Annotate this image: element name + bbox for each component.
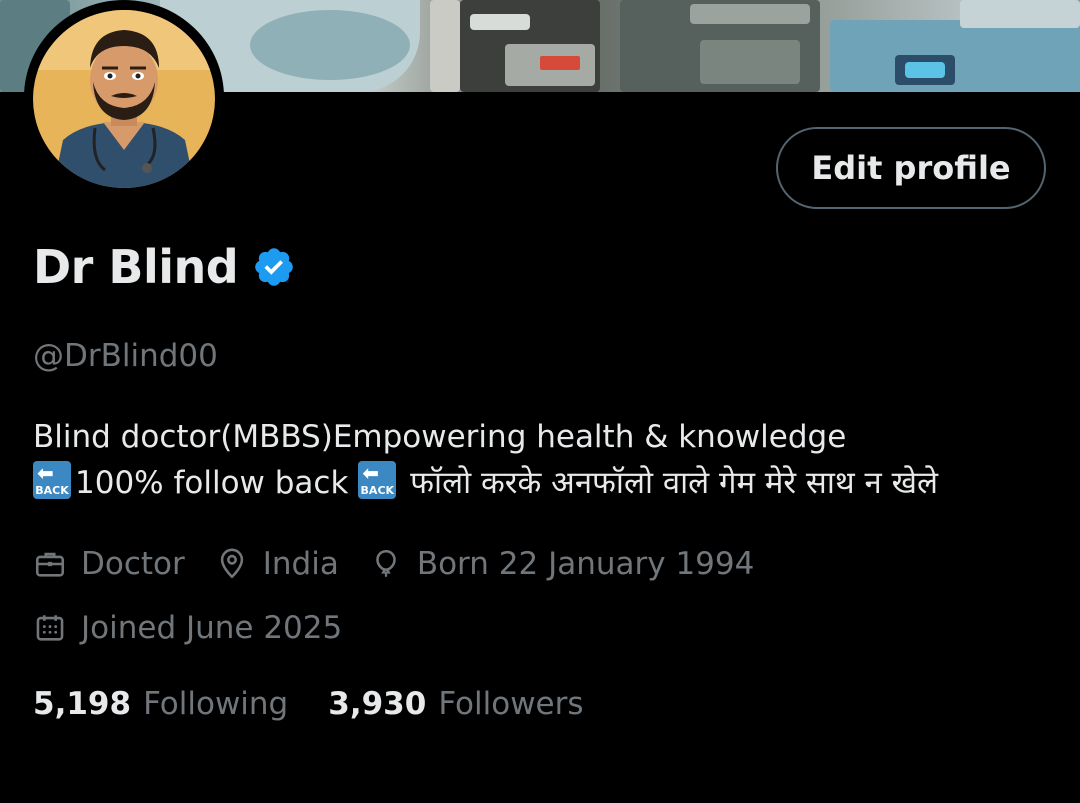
name-row: Dr Blind bbox=[33, 240, 296, 294]
edit-profile-button[interactable]: Edit profile bbox=[776, 127, 1046, 209]
following-label: Following bbox=[143, 686, 289, 722]
display-name: Dr Blind bbox=[33, 240, 239, 294]
bio-follow-back-text: 100% follow back bbox=[75, 465, 349, 501]
avatar-image bbox=[33, 10, 215, 188]
bio-line-1: Blind doctor(MBBS)Empowering health & kn… bbox=[33, 419, 847, 455]
back-arrow-icon: ⬅ BACK bbox=[358, 461, 397, 499]
profile-bio: Blind doctor(MBBS)Empowering health & kn… bbox=[33, 414, 1053, 506]
back-arrow-icon: ⬅ BACK bbox=[33, 461, 71, 499]
profile-meta-row: Doctor India Born 22 January 1994 bbox=[33, 546, 784, 582]
followers-count: 3,930 bbox=[328, 686, 427, 722]
user-handle: @DrBlind00 bbox=[33, 338, 218, 374]
profile-joined-row: Joined June 2025 bbox=[33, 610, 372, 646]
following-link[interactable]: 5,198 Following bbox=[33, 686, 288, 722]
joined-text: Joined June 2025 bbox=[81, 610, 343, 646]
following-count: 5,198 bbox=[33, 686, 132, 722]
calendar-icon bbox=[36, 615, 64, 641]
back-emoji-text: BACK bbox=[35, 484, 69, 497]
briefcase-icon bbox=[35, 552, 65, 577]
location-text: India bbox=[262, 546, 339, 582]
profession-text: Doctor bbox=[81, 546, 185, 582]
joined-item: Joined June 2025 bbox=[33, 610, 342, 646]
balloon-icon bbox=[376, 549, 396, 577]
birthday-item: Born 22 January 1994 bbox=[369, 546, 755, 582]
followers-label: Followers bbox=[438, 686, 584, 722]
location-pin-icon bbox=[220, 548, 243, 579]
profession-item: Doctor bbox=[33, 546, 185, 582]
location-item: India bbox=[215, 546, 339, 582]
bio-hindi-text: फॉलो करके अनफॉलो वाले गेम मेरे साथ न खेल… bbox=[410, 465, 938, 501]
back-emoji-text: BACK bbox=[360, 484, 395, 497]
avatar[interactable] bbox=[33, 10, 215, 188]
birthday-text: Born 22 January 1994 bbox=[416, 546, 755, 582]
verified-badge-icon[interactable] bbox=[252, 245, 296, 289]
bio-line-2: ⬅ BACK 100% follow back ⬅ BACK फॉलो करके अन… bbox=[33, 460, 1053, 506]
follow-stats: 5,198 Following 3,930 Followers bbox=[33, 686, 624, 722]
followers-link[interactable]: 3,930 Followers bbox=[328, 686, 583, 722]
